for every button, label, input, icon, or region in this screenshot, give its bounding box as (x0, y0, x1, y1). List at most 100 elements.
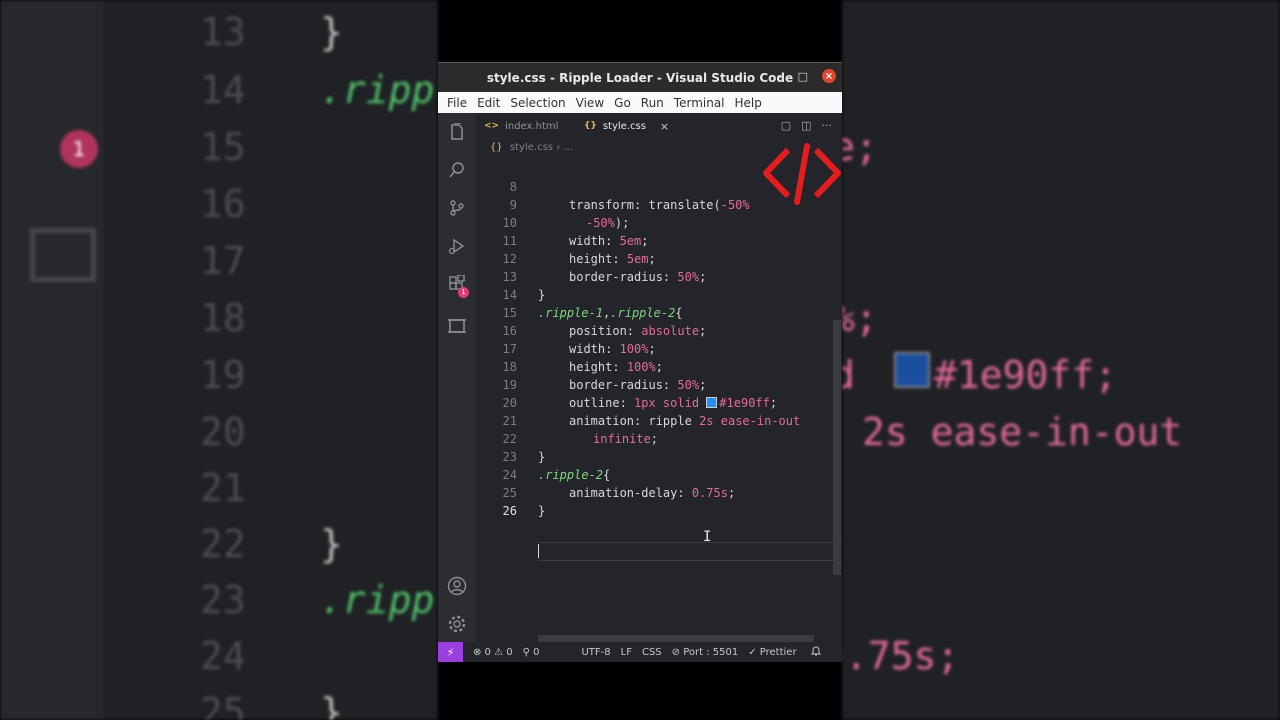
css-value: -50% (586, 216, 615, 230)
bg-notification-badge: 1 (60, 130, 98, 168)
gear-icon[interactable] (447, 614, 467, 634)
encoding-indicator[interactable]: UTF-8 (581, 647, 610, 658)
tab-index-html[interactable]: <> index.html (484, 113, 558, 139)
css-punct: ; (699, 324, 707, 338)
menu-terminal[interactable]: Terminal (669, 96, 730, 110)
code-brackets-logo-icon (763, 143, 841, 205)
html-file-icon: <> (484, 121, 500, 131)
close-tab-icon[interactable]: × (660, 120, 669, 133)
breadcrumb-separator: › ... (556, 142, 573, 153)
split-editor-icon[interactable]: ◫ (801, 119, 811, 132)
css-punct: ; (699, 270, 707, 284)
css-property: border-radius (569, 270, 663, 284)
code-line: 21 infinite; (476, 394, 658, 446)
css-file-icon: {} (584, 121, 597, 131)
css-punct: ; (769, 396, 778, 410)
css-punct: : (634, 414, 649, 428)
bg-line-number: 23 (200, 578, 246, 622)
menu-selection[interactable]: Selection (505, 96, 570, 110)
prettier-status[interactable]: ✓ Prettier (748, 647, 796, 658)
breadcrumb: {} style.css › ... (490, 142, 573, 153)
code-line: 13 } (476, 250, 546, 302)
css-property: border-radius (569, 378, 663, 392)
minimize-button[interactable]: – (778, 70, 784, 83)
bg-code-fragment: } (320, 522, 343, 566)
source-control-icon[interactable] (447, 199, 467, 219)
css-property: animation-delay (569, 486, 678, 500)
bg-line-number: 22 (200, 522, 246, 566)
menu-file[interactable]: File (442, 96, 472, 110)
text-cursor (538, 544, 539, 558)
ports-indicator[interactable]: ⚲ 0 (523, 647, 540, 658)
live-server-port[interactable]: ⊘ Port : 5501 (672, 647, 739, 658)
search-icon[interactable] (447, 161, 467, 181)
notifications-bell-icon[interactable] (810, 645, 821, 659)
menu-help[interactable]: Help (730, 96, 767, 110)
tab-label: index.html (505, 120, 559, 132)
bg-line-number: 13 (200, 10, 246, 54)
code-line: 22 } (476, 412, 546, 464)
code-line: 20 animation: ripple 2s ease-in-out (476, 376, 801, 428)
remote-indicator-icon[interactable]: ⚡ (438, 642, 463, 662)
css-property: transform (569, 198, 635, 212)
css-property: position (569, 324, 627, 338)
open-changes-icon[interactable]: ▢ (781, 119, 791, 132)
css-selector: .ripple-2 (610, 306, 676, 320)
code-line: 14 .ripple-1,.ripple-2{ (476, 268, 683, 320)
code-editor[interactable]: 8 transform: translate(-50% 9 -50%); 10 … (476, 158, 842, 638)
run-debug-icon[interactable] (447, 237, 467, 257)
code-line: 9 -50%); (476, 178, 630, 230)
bg-line-number: 24 (200, 634, 246, 678)
css-punct: : (662, 378, 678, 392)
bg-line-number: 20 (200, 410, 246, 454)
bg-code-fragment: #1e90ff; (934, 353, 1118, 397)
close-window-button[interactable]: × (822, 69, 836, 83)
bg-square-icon (30, 228, 96, 282)
color-swatch[interactable] (706, 397, 718, 408)
menu-view[interactable]: View (571, 96, 609, 110)
tab-style-css[interactable]: {} style.css × (584, 113, 669, 139)
css-property: outline (569, 396, 620, 410)
css-value: 1px solid (634, 396, 700, 410)
css-property: height (569, 252, 613, 266)
bg-code-fragment: } (320, 690, 343, 720)
css-punct: : (612, 360, 627, 374)
explorer-icon[interactable] (447, 122, 467, 143)
maximize-button[interactable]: □ (798, 70, 808, 83)
horizontal-scrollbar[interactable] (538, 635, 814, 642)
menu-go[interactable]: Go (609, 96, 636, 110)
css-property: animation (569, 414, 635, 428)
problems-indicator[interactable]: ⊗ 0 ⚠ 0 (473, 647, 513, 658)
css-value: 0.75s (691, 486, 728, 500)
activity-bar: 1 (438, 113, 476, 642)
account-icon[interactable] (447, 576, 467, 596)
css-punct: ; (655, 360, 663, 374)
remote-explorer-icon[interactable] (447, 317, 467, 337)
status-bar: ⚡ ⊗ 0 ⚠ 0 ⚲ 0 UTF-8 LF CSS ⊘ Port : 5501… (438, 642, 842, 662)
menu-edit[interactable]: Edit (472, 96, 505, 110)
css-punct: : (619, 396, 635, 410)
css-file-icon: {} (490, 142, 503, 153)
background-right-blur: e; %; d #1e90ff; 2s ease-in-out 0.75s; (842, 0, 1280, 720)
menu-bar: File Edit Selection View Go Run Terminal… (438, 92, 842, 113)
bg-line-number: 17 (200, 239, 246, 283)
bg-code-fragment: } (320, 10, 343, 54)
breadcrumb-file[interactable]: style.css (510, 142, 553, 153)
css-punct: } (538, 288, 546, 302)
code-line: 25 } (476, 466, 546, 518)
css-value: -50% (720, 198, 750, 212)
code-line: 16 width: 100%; (476, 304, 656, 356)
css-punct: : (612, 252, 627, 266)
title-bar: style.css - Ripple Loader - Visual Studi… (438, 62, 842, 92)
css-property: width (569, 342, 606, 356)
vertical-scrollbar[interactable] (833, 320, 841, 575)
eol-indicator[interactable]: LF (621, 647, 632, 658)
code-line: 18 border-radius: 50%; (476, 340, 707, 392)
editor-tabs: <> index.html {} style.css × ▢ ◫ ··· (476, 113, 842, 139)
more-actions-icon[interactable]: ··· (822, 119, 833, 132)
bg-color-swatch (894, 352, 930, 388)
language-mode[interactable]: CSS (642, 647, 662, 658)
menu-run[interactable]: Run (636, 96, 669, 110)
extensions-badge: 1 (458, 287, 469, 298)
css-value: 100% (619, 342, 649, 356)
